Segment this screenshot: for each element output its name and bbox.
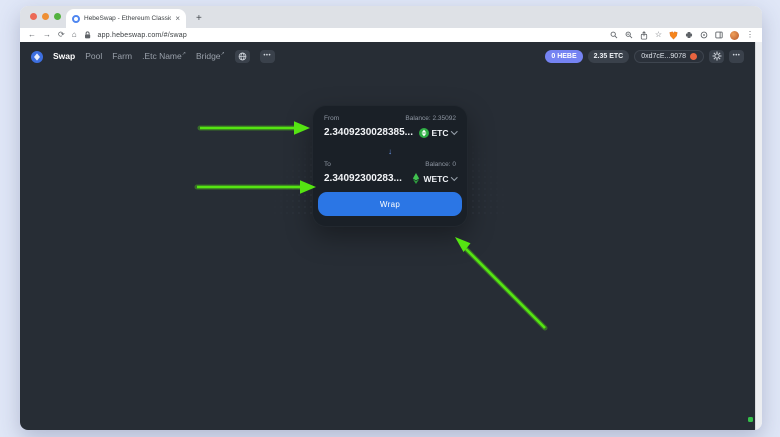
close-window-button[interactable]: [30, 13, 37, 20]
etc-token-icon: [419, 128, 429, 138]
swap-card: From Balance: 2.35092 2.3409230028385...…: [312, 105, 468, 227]
header-right-group: 0 HEBE 2.35 ETC 0xd7cE...9078 •••: [545, 50, 744, 63]
address-bar[interactable]: app.hebeswap.com/#/swap: [98, 32, 187, 39]
browser-window: HebeSwap - Ethereum Classic × + ← → ⟳ ⌂ …: [20, 6, 762, 430]
nav-item-etc-name[interactable]: .Etc Name↗: [142, 51, 186, 61]
header-more-button[interactable]: •••: [729, 50, 744, 63]
hebe-balance-pill[interactable]: 0 HEBE: [545, 50, 582, 63]
to-header-row: To Balance: 0: [313, 161, 467, 168]
share-icon[interactable]: [640, 31, 648, 40]
browser-tab[interactable]: HebeSwap - Ethereum Classic ×: [66, 9, 186, 28]
language-globe-button[interactable]: [235, 50, 250, 63]
tab-title: HebeSwap - Ethereum Classic: [84, 15, 171, 22]
nav-item-pool[interactable]: Pool: [85, 51, 102, 61]
lock-icon: [84, 31, 91, 39]
from-token-symbol: ETC: [432, 128, 449, 138]
from-input-row: 2.3409230028385... ETC: [313, 127, 467, 138]
wallet-address-pill[interactable]: 0xd7cE...9078: [634, 50, 704, 63]
reload-icon[interactable]: ⟳: [58, 31, 65, 39]
to-amount-input[interactable]: 2.34092300283...: [324, 173, 402, 184]
nav-item-bridge-label: Bridge: [196, 51, 221, 61]
to-token-select[interactable]: WETC: [412, 173, 456, 184]
swap-direction-icon[interactable]: ↓: [388, 147, 392, 156]
side-panel-icon[interactable]: [715, 31, 723, 39]
new-tab-button[interactable]: +: [196, 14, 202, 24]
browser-menu-icon[interactable]: ⋮: [746, 31, 754, 39]
bookmark-star-icon[interactable]: ☆: [655, 31, 662, 39]
back-icon[interactable]: ←: [28, 31, 36, 39]
browser-toolbar: ← → ⟳ ⌂ app.hebeswap.com/#/swap ☆: [20, 28, 762, 42]
nav-item-swap[interactable]: Swap: [53, 51, 75, 61]
wallet-identicon: [690, 53, 697, 60]
home-icon[interactable]: ⌂: [72, 31, 77, 39]
nav-item-farm[interactable]: Farm: [112, 51, 132, 61]
wallet-address: 0xd7cE...9078: [641, 53, 686, 60]
tab-close-icon[interactable]: ×: [175, 15, 180, 23]
screenshot-stage: HebeSwap - Ethereum Classic × + ← → ⟳ ⌂ …: [0, 0, 780, 437]
from-token-select[interactable]: ETC: [419, 128, 457, 138]
external-link-icon: ↗: [221, 51, 225, 57]
nav-more-button[interactable]: •••: [260, 50, 275, 63]
from-header-row: From Balance: 2.35092: [313, 115, 467, 122]
wrap-button[interactable]: Wrap: [318, 192, 462, 216]
status-widget-dot: [748, 417, 753, 422]
extension-circle-icon[interactable]: [700, 31, 708, 39]
chevron-down-icon: [451, 174, 457, 180]
hebeswap-app: Swap Pool Farm .Etc Name↗ Bridge↗ ••• 0 …: [20, 42, 755, 430]
search-icon[interactable]: [610, 31, 618, 39]
extensions-puzzle-icon[interactable]: [685, 31, 693, 39]
zoom-search-icon[interactable]: [625, 31, 633, 39]
forward-icon[interactable]: →: [43, 31, 51, 39]
to-token-symbol: WETC: [423, 174, 448, 184]
ellipsis-icon: •••: [263, 53, 271, 59]
swap-direction-row: ↓: [313, 141, 467, 159]
from-balance: Balance: 2.35092: [405, 115, 456, 122]
nav-item-etc-name-label: .Etc Name: [142, 51, 182, 61]
external-link-icon: ↗: [182, 51, 186, 57]
page-scrollbar[interactable]: [755, 42, 762, 430]
hebeswap-logo[interactable]: [31, 50, 43, 62]
zoom-window-button[interactable]: [54, 13, 61, 20]
browser-profile-avatar[interactable]: [730, 31, 739, 40]
tab-strip: HebeSwap - Ethereum Classic × +: [20, 6, 762, 28]
to-input-row: 2.34092300283... WETC: [313, 173, 467, 184]
from-label: From: [324, 115, 339, 122]
window-controls: [30, 13, 61, 20]
settings-gear-button[interactable]: [709, 50, 724, 63]
metamask-extension-icon[interactable]: [669, 31, 678, 40]
chevron-down-icon: [451, 128, 457, 134]
etc-balance-pill[interactable]: 2.35 ETC: [588, 50, 630, 63]
to-label: To: [324, 161, 331, 168]
to-balance: Balance: 0: [425, 161, 456, 168]
nav-item-bridge[interactable]: Bridge↗: [196, 51, 225, 61]
wetc-token-icon: [412, 173, 420, 184]
app-header: Swap Pool Farm .Etc Name↗ Bridge↗ ••• 0 …: [20, 42, 755, 70]
from-amount-input[interactable]: 2.3409230028385...: [324, 127, 413, 138]
minimize-window-button[interactable]: [42, 13, 49, 20]
tab-favicon-icon: [72, 15, 80, 23]
ellipsis-icon: •••: [733, 53, 741, 59]
